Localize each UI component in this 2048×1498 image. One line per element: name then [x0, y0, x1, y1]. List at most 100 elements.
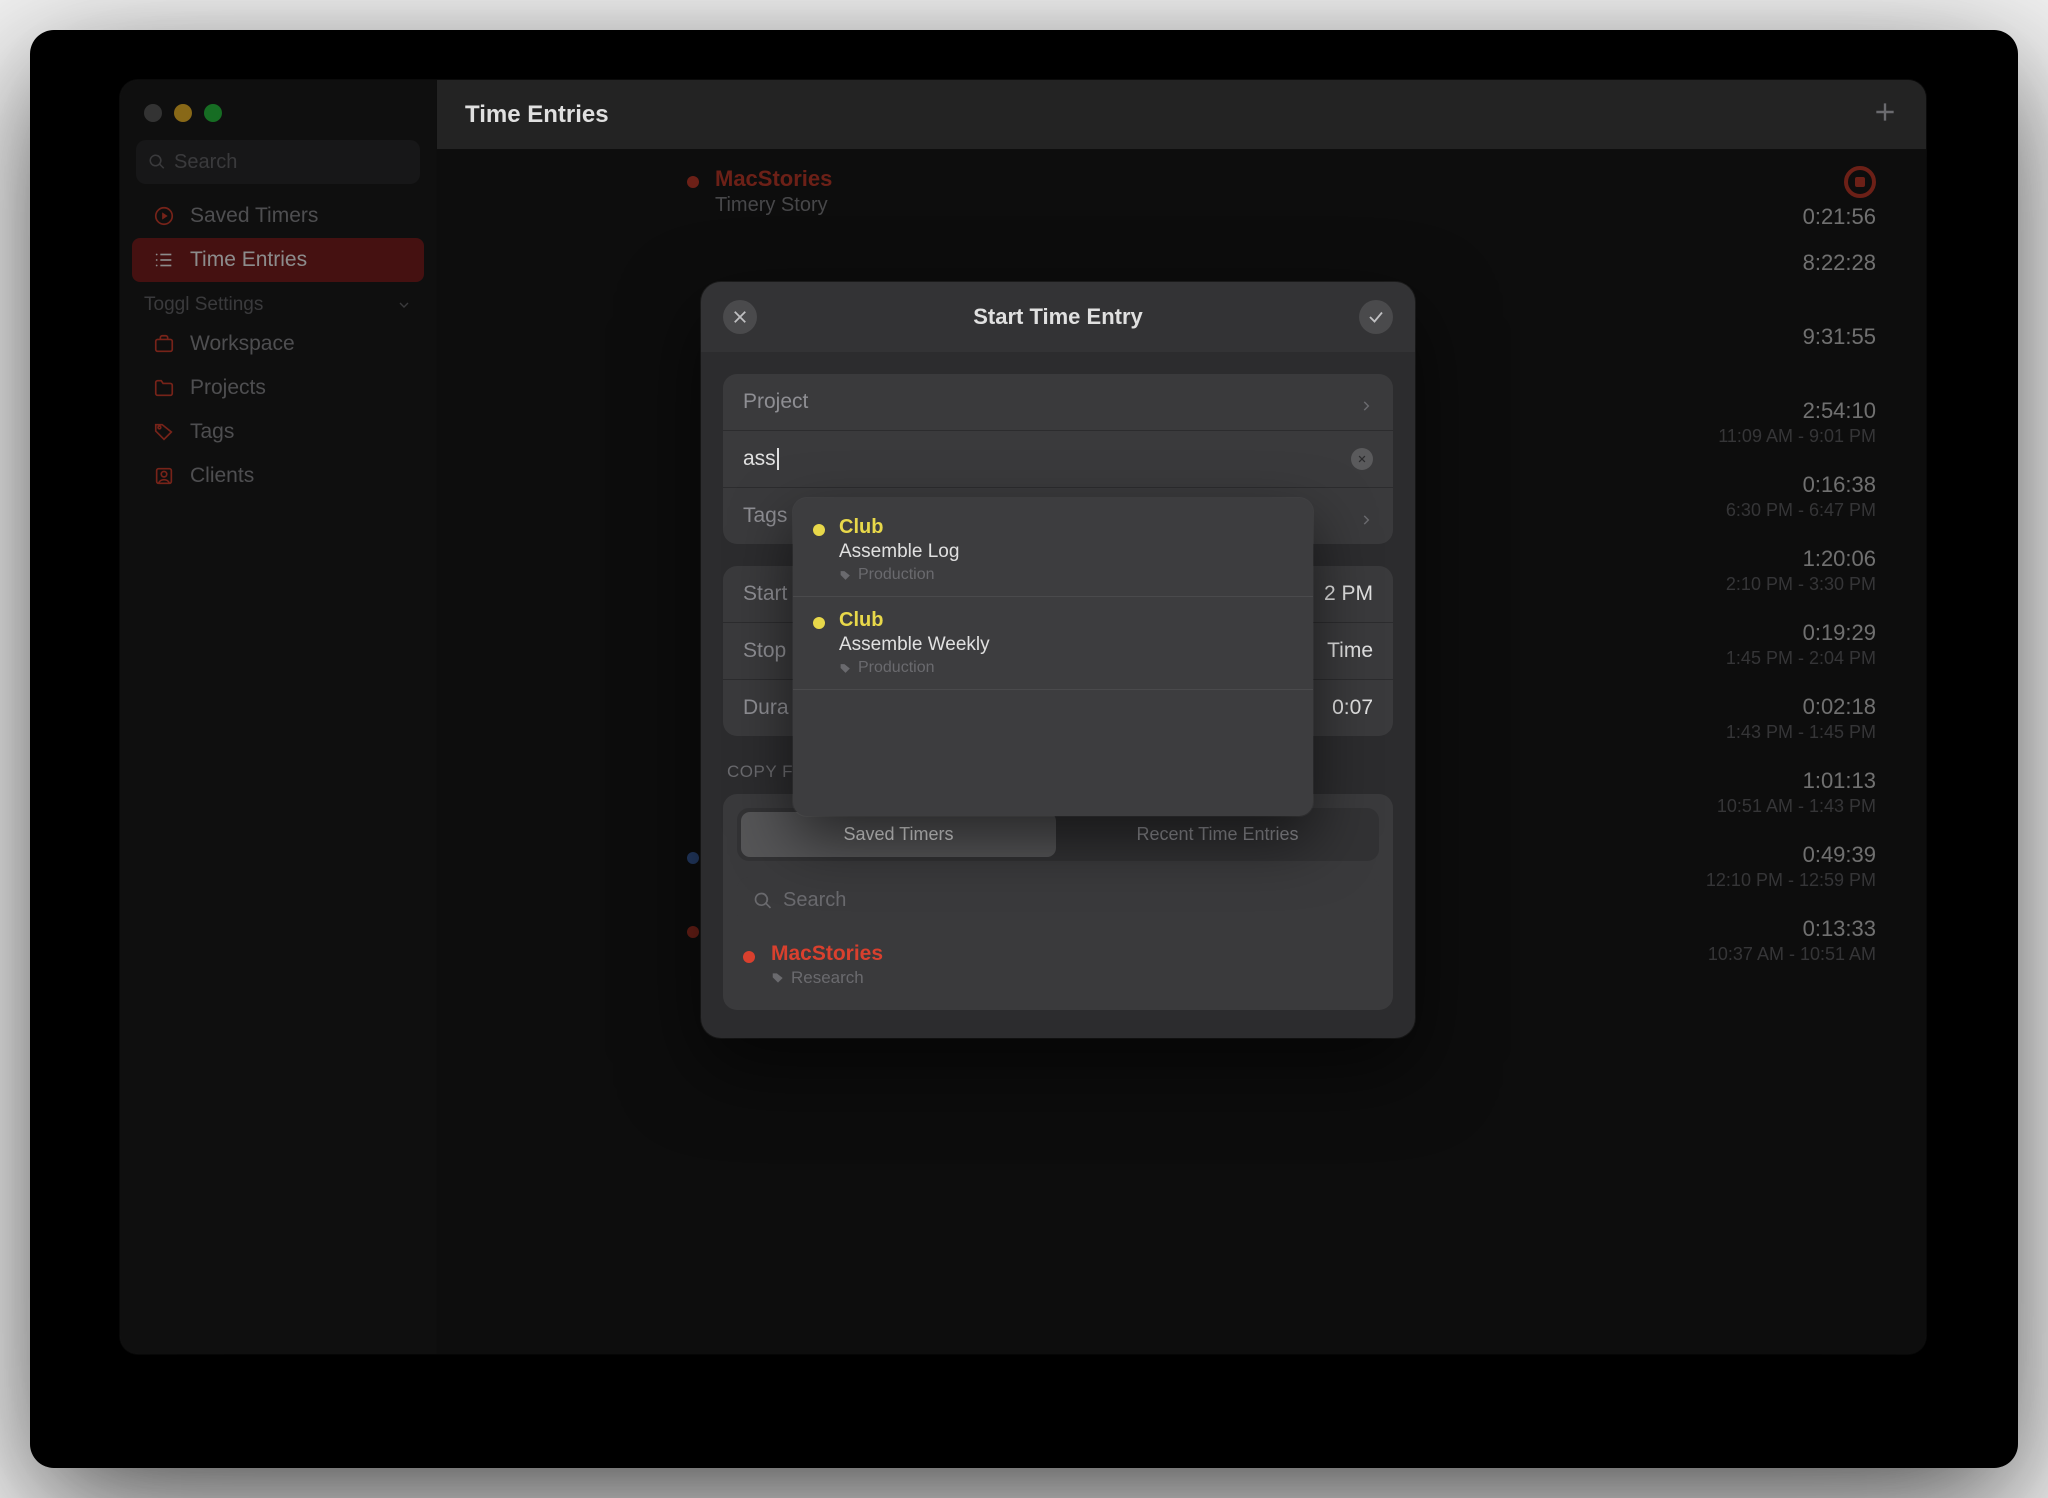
search-icon	[753, 891, 773, 911]
sidebar-item-tags[interactable]: Tags	[132, 410, 424, 454]
project-dot	[813, 617, 825, 629]
entry-time-range: 10:37 AM - 10:51 AM	[1708, 944, 1876, 965]
entry-duration: 0:19:29	[1726, 620, 1876, 646]
sidebar-item-label: Time Entries	[190, 248, 307, 272]
search-icon	[148, 152, 166, 172]
timer-tag: Research	[771, 968, 883, 988]
window-controls	[120, 80, 436, 132]
entry-duration: 1:20:06	[1726, 546, 1876, 572]
start-time-entry-modal: Start Time Entry Project ass	[701, 282, 1415, 1038]
check-icon	[1367, 308, 1385, 326]
modal-header: Start Time Entry	[701, 282, 1415, 352]
stop-timer-button[interactable]	[1844, 166, 1876, 198]
segment-saved-timers[interactable]: Saved Timers	[741, 812, 1056, 857]
ac-tag: Production	[839, 566, 959, 584]
modal-search-input[interactable]	[783, 889, 1363, 912]
running-entry[interactable]: MacStories Timery Story 0:21:56	[437, 156, 1926, 240]
close-window-button[interactable]	[144, 104, 162, 122]
chevron-right-icon	[1359, 395, 1373, 409]
sidebar-item-saved-timers[interactable]: Saved Timers	[132, 194, 424, 238]
entry-duration: 8:22:28	[1803, 250, 1876, 276]
add-entry-button[interactable]	[1872, 99, 1898, 130]
modal-confirm-button[interactable]	[1359, 300, 1393, 334]
maximize-window-button[interactable]	[204, 104, 222, 122]
sidebar-item-label: Tags	[190, 420, 234, 444]
chevron-right-icon	[1359, 509, 1373, 523]
ac-project: Club	[839, 516, 959, 539]
sidebar-section-toggl-settings[interactable]: Toggl Settings	[120, 282, 436, 322]
sidebar: Saved Timers Time Entries Toggl Settings…	[120, 80, 437, 1354]
entry-time-range: 2:10 PM - 3:30 PM	[1726, 574, 1876, 595]
timer-project: MacStories	[771, 942, 883, 966]
sidebar-item-label: Clients	[190, 464, 254, 488]
page-title: Time Entries	[465, 101, 609, 129]
clients-icon	[152, 464, 176, 488]
entry-duration: 2:54:10	[1718, 398, 1876, 424]
sidebar-item-clients[interactable]: Clients	[132, 454, 424, 498]
entry-duration: 1:01:13	[1717, 768, 1876, 794]
toolbar: Time Entries	[437, 80, 1926, 150]
app-window: Saved Timers Time Entries Toggl Settings…	[120, 80, 1926, 1354]
modal-search[interactable]	[737, 877, 1379, 924]
x-icon	[1357, 454, 1367, 464]
entry-time-range: 11:09 AM - 9:01 PM	[1718, 426, 1876, 447]
sidebar-item-label: Saved Timers	[190, 204, 318, 228]
tag-icon	[771, 971, 785, 985]
copy-from-group: Saved Timers Recent Time Entries MacStor…	[723, 794, 1393, 1010]
entry-time-range: 1:43 PM - 1:45 PM	[1726, 722, 1876, 743]
project-dot	[813, 524, 825, 536]
ac-detail: Assemble Weekly	[839, 634, 990, 656]
field-value: 0:07	[1332, 696, 1373, 720]
sidebar-item-time-entries[interactable]: Time Entries	[132, 238, 424, 282]
entry-detail: Timery Story	[715, 194, 832, 217]
ac-project: Club	[839, 609, 990, 632]
modal-close-button[interactable]	[723, 300, 757, 334]
minimize-window-button[interactable]	[174, 104, 192, 122]
saved-timer-item[interactable]: MacStories Research	[737, 924, 1379, 1006]
segment-recent-entries[interactable]: Recent Time Entries	[1060, 812, 1375, 857]
section-label: Toggl Settings	[144, 294, 263, 316]
sidebar-search[interactable]	[136, 140, 420, 184]
sidebar-item-projects[interactable]: Projects	[132, 366, 424, 410]
field-value: 2 PM	[1324, 582, 1373, 606]
project-dot	[687, 926, 699, 938]
field-value: Time	[1327, 639, 1373, 663]
tag-icon	[152, 420, 176, 444]
description-input-value: ass	[743, 447, 776, 471]
close-icon	[731, 308, 749, 326]
clear-input-button[interactable]	[1351, 448, 1373, 470]
play-circle-icon	[152, 204, 176, 228]
entry-time-range: 12:10 PM - 12:59 PM	[1706, 870, 1876, 891]
sidebar-item-workspace[interactable]: Workspace	[132, 322, 424, 366]
briefcase-icon	[152, 332, 176, 356]
modal-title: Start Time Entry	[973, 304, 1143, 330]
entry-duration: 9:31:55	[1803, 324, 1876, 350]
entry-time-range: 1:45 PM - 2:04 PM	[1726, 648, 1876, 669]
entry-duration: 0:13:33	[1708, 916, 1876, 942]
entry-duration: 0:02:18	[1726, 694, 1876, 720]
project-field[interactable]: Project	[723, 374, 1393, 431]
sidebar-search-input[interactable]	[174, 151, 408, 174]
sidebar-item-label: Workspace	[190, 332, 295, 356]
chevron-down-icon	[396, 297, 412, 313]
tag-icon	[839, 662, 852, 675]
ac-tag: Production	[839, 659, 990, 677]
entry-duration: 0:21:56	[1803, 204, 1876, 230]
tag-icon	[839, 569, 852, 582]
project-dot	[687, 176, 699, 188]
main-content: Time Entries MacStories Timery Story	[437, 80, 1926, 1354]
ac-detail: Assemble Log	[839, 541, 959, 563]
entry-duration: 0:49:39	[1706, 842, 1876, 868]
folder-icon	[152, 376, 176, 400]
entry-time-range: 6:30 PM - 6:47 PM	[1726, 500, 1876, 521]
field-label: Project	[743, 390, 1347, 414]
sidebar-item-label: Projects	[190, 376, 266, 400]
entry-project: MacStories	[715, 166, 832, 192]
autocomplete-dropdown: Club Assemble Log Production Club Assemb…	[793, 498, 1313, 816]
autocomplete-item[interactable]: Club Assemble Weekly Production	[793, 597, 1313, 690]
entry-duration: 0:16:38	[1726, 472, 1876, 498]
description-field[interactable]: ass	[723, 431, 1393, 488]
autocomplete-item[interactable]: Club Assemble Log Production	[793, 504, 1313, 597]
entry-time-range: 10:51 AM - 1:43 PM	[1717, 796, 1876, 817]
project-dot	[687, 852, 699, 864]
